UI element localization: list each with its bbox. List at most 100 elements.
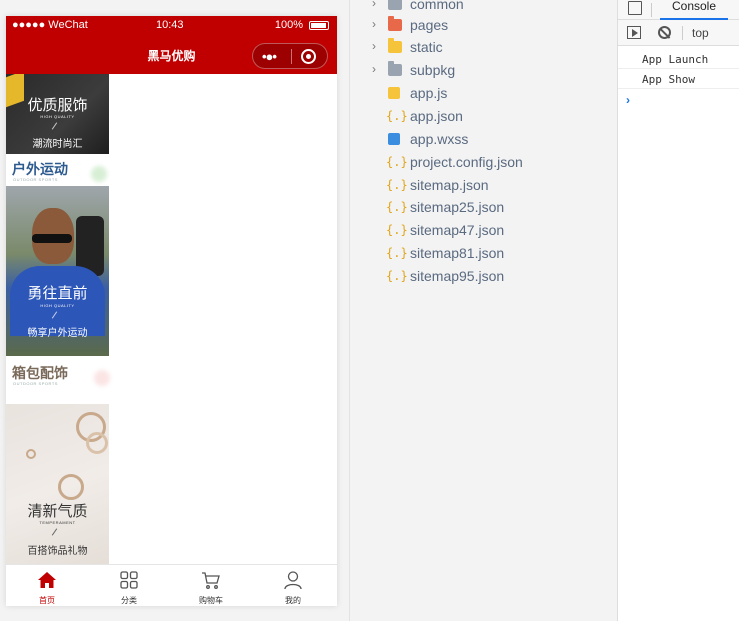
tab-label: 分类 xyxy=(121,596,137,605)
banner-tagline: 畅享户外运动 xyxy=(27,328,88,339)
wxss-file-icon xyxy=(388,133,400,145)
json-file-icon: {.} xyxy=(386,246,408,260)
tab-home[interactable]: 首页 xyxy=(6,565,88,606)
tab-profile[interactable]: 我的 xyxy=(252,565,334,606)
earring-shape xyxy=(86,432,108,454)
console-toolbar: top xyxy=(618,20,739,46)
tree-folder-pages[interactable]: › pages xyxy=(350,15,618,37)
json-file-icon: {.} xyxy=(386,178,408,192)
console-text: App Show xyxy=(642,73,695,86)
tab-console[interactable]: Console xyxy=(660,0,728,20)
tree-folder-common[interactable]: › common xyxy=(350,0,618,16)
json-file-icon: {.} xyxy=(386,200,408,214)
json-file-icon: {.} xyxy=(386,109,408,123)
chevron-right-icon[interactable]: › xyxy=(372,62,376,76)
category-subtitle-bags: OUTDOOR SPORTS xyxy=(13,381,58,386)
battery-percent: 100% xyxy=(274,19,303,31)
status-bar: ●●●●● WeChat 10:43 100% xyxy=(6,16,337,36)
context-selector[interactable]: top xyxy=(692,26,709,40)
js-file-icon xyxy=(388,87,400,99)
banner-tagline: 百搭饰品礼物 xyxy=(27,546,88,557)
banner-accessories[interactable]: 清新气质 TEMPERAMENT 百搭饰品礼物 xyxy=(6,404,109,564)
battery-icon xyxy=(309,21,329,30)
inspect-icon[interactable] xyxy=(628,1,642,15)
banner-subtitle-en: HIGH QUALITY xyxy=(40,114,75,119)
tab-cart[interactable]: 购物车 xyxy=(170,565,252,606)
tab-label: 购物车 xyxy=(199,596,223,605)
json-file-icon: {.} xyxy=(386,269,408,283)
tree-label: pages xyxy=(410,17,449,33)
chevron-right-icon[interactable]: › xyxy=(372,39,376,53)
banner-title: 优质服饰 xyxy=(27,97,88,114)
tree-file-sitemap95[interactable]: {.} sitemap95.json xyxy=(350,266,618,288)
tree-file-sitemap47[interactable]: {.} sitemap47.json xyxy=(350,220,618,242)
tab-category[interactable]: 分类 xyxy=(88,565,170,606)
tree-file-app-json[interactable]: {.} app.json xyxy=(350,106,618,128)
tree-file-sitemap81[interactable]: {.} sitemap81.json xyxy=(350,243,618,265)
console-panel: Console top App Launch App Show › xyxy=(617,0,739,621)
menu-capsule[interactable]: •●• xyxy=(252,43,328,69)
tree-folder-static[interactable]: › static xyxy=(350,37,618,59)
user-icon xyxy=(284,571,302,590)
grid-icon xyxy=(120,571,138,589)
more-dots-icon[interactable]: •●• xyxy=(262,49,277,64)
category-title-bags: 箱包配饰 xyxy=(12,365,68,381)
sunglasses-shape xyxy=(32,234,72,243)
json-file-icon: {.} xyxy=(386,155,408,169)
banner-tagline: 潮流时尚汇 xyxy=(32,139,83,150)
tab-bar: 首页 分类 购物车 我的 xyxy=(6,564,337,606)
tree-label: sitemap95.json xyxy=(410,268,505,284)
console-text: App Launch xyxy=(642,53,709,66)
tree-file-app-wxss[interactable]: app.wxss xyxy=(350,129,618,151)
folder-icon xyxy=(388,61,402,76)
decor-blob xyxy=(94,370,110,386)
banner-quality-apparel[interactable]: 优质服饰 HIGH QUALITY 潮流时尚汇 xyxy=(6,74,109,154)
chevron-right-icon[interactable]: › xyxy=(372,17,376,31)
earring-shape xyxy=(58,474,84,500)
console-message: App Launch xyxy=(618,49,739,69)
toolbar-divider xyxy=(682,26,683,40)
status-time: 10:43 xyxy=(156,19,184,31)
tree-file-app-js[interactable]: app.js xyxy=(350,83,618,105)
capsule-divider xyxy=(291,49,292,64)
simulator-panel: ●●●●● WeChat 10:43 100% 黑马优购 •●• 优质服饰 HI… xyxy=(0,0,345,621)
banner-slash xyxy=(51,122,58,130)
console-prompt-icon[interactable]: › xyxy=(626,93,630,107)
tree-file-sitemap[interactable]: {.} sitemap.json xyxy=(350,175,618,197)
banner-subtitle-en: TEMPERAMENT xyxy=(39,520,76,525)
tree-label: app.js xyxy=(410,85,448,101)
tree-folder-subpkg[interactable]: › subpkg xyxy=(350,60,618,82)
category-title-outdoor: 户外运动 xyxy=(12,161,68,177)
json-file-icon: {.} xyxy=(386,223,408,237)
tree-label: project.config.json xyxy=(410,154,523,170)
decor-blob xyxy=(91,166,107,182)
tree-label: sitemap.json xyxy=(410,177,489,193)
devtools-window: ●●●●● WeChat 10:43 100% 黑马优购 •●• 优质服饰 HI… xyxy=(0,0,739,621)
console-message: App Show xyxy=(618,69,739,89)
tree-file-sitemap25[interactable]: {.} sitemap25.json xyxy=(350,197,618,219)
chevron-right-icon[interactable]: › xyxy=(372,0,376,10)
pearl-shape xyxy=(26,449,36,459)
banner-slash xyxy=(51,528,58,536)
file-explorer: › common › pages › static › subpkg app.j… xyxy=(349,0,617,621)
tree-label: sitemap25.json xyxy=(410,199,505,215)
clear-console-icon[interactable] xyxy=(658,26,671,39)
nav-bar: 黑马优购 •●• xyxy=(6,36,337,74)
tree-file-project-config[interactable]: {.} project.config.json xyxy=(350,152,618,174)
tree-label: app.json xyxy=(410,108,463,124)
target-icon[interactable] xyxy=(301,49,316,64)
tab-label: 首页 xyxy=(39,596,55,605)
category-subtitle-outdoor: OUTDOOR SPORTS xyxy=(13,177,58,182)
tree-label: static xyxy=(410,39,443,55)
banner-title: 勇往直前 xyxy=(27,285,88,302)
phone-screen: ●●●●● WeChat 10:43 100% 黑马优购 •●• 优质服饰 HI… xyxy=(6,16,337,606)
toolbar-divider xyxy=(651,3,652,17)
sidebar-toggle-icon[interactable] xyxy=(627,26,641,39)
category-content: 优质服饰 HIGH QUALITY 潮流时尚汇 户外运动 OUTDOOR SPO… xyxy=(6,74,337,564)
banner-title: 清新气质 xyxy=(27,503,88,520)
banner-outdoor[interactable]: 勇往直前 HIGH QUALITY 畅享户外运动 xyxy=(6,186,109,356)
folder-icon xyxy=(388,16,402,31)
folder-icon xyxy=(388,38,402,53)
tab-label: 我的 xyxy=(285,596,301,605)
tree-label: sitemap47.json xyxy=(410,222,505,238)
